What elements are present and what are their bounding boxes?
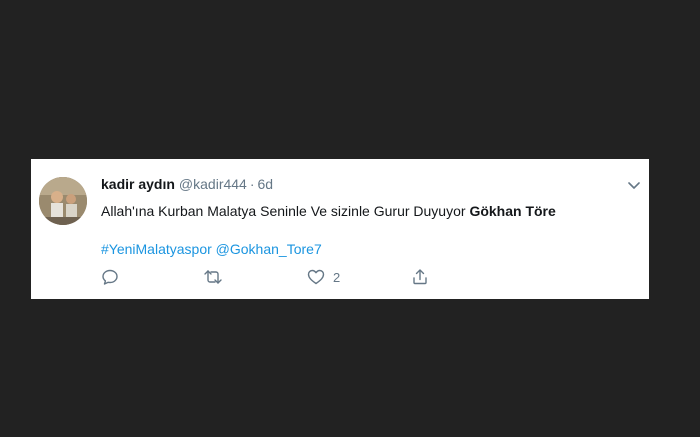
- tweet-header: kadir aydın @kadir444 · 6d: [101, 176, 273, 192]
- mention-link[interactable]: @Gokhan_Tore7: [216, 241, 322, 257]
- like-button[interactable]: 2: [307, 267, 340, 287]
- avatar[interactable]: [39, 177, 87, 225]
- display-name[interactable]: kadir aydın: [101, 176, 175, 192]
- hashtag-link[interactable]: #YeniMalatyaspor: [101, 241, 212, 257]
- avatar-image: [39, 177, 87, 225]
- retweet-button[interactable]: [203, 267, 223, 287]
- reply-button[interactable]: [101, 267, 119, 287]
- timestamp[interactable]: 6d: [258, 176, 274, 192]
- user-handle[interactable]: @kadir444: [179, 176, 247, 192]
- share-button[interactable]: [411, 267, 429, 287]
- tweet-links: #YeniMalatyaspor @Gokhan_Tore7: [101, 241, 322, 257]
- heart-icon: [307, 269, 325, 285]
- tweet-text-plain: Allah'ına Kurban Malatya Seninle Ve sizi…: [101, 203, 466, 219]
- tweet-actions: 2: [101, 267, 501, 287]
- reply-icon: [102, 269, 118, 285]
- separator-dot: ·: [249, 176, 255, 192]
- like-count: 2: [333, 269, 341, 285]
- tweet-card[interactable]: kadir aydın @kadir444 · 6d Allah'ına Kurban…: [31, 159, 649, 299]
- tweet-text-bold: Gökhan Töre: [469, 203, 556, 219]
- tweet-text: Allah'ına Kurban Malatya Seninle Ve sizi…: [101, 203, 556, 219]
- retweet-icon: [204, 270, 222, 284]
- share-icon: [413, 269, 427, 285]
- chevron-down-icon[interactable]: [627, 178, 641, 192]
